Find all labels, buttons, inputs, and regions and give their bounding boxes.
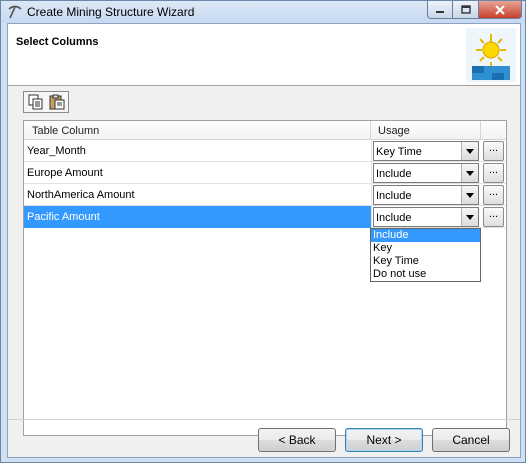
usage-combobox[interactable]: Include: [373, 185, 479, 205]
table-row[interactable]: Year_Month Key Time ...: [24, 140, 506, 162]
title-bar[interactable]: Create Mining Structure Wizard: [1, 1, 525, 23]
column-header-table-column[interactable]: Table Column: [24, 121, 371, 140]
ellipsis-button[interactable]: ...: [483, 207, 504, 227]
ellipsis-button[interactable]: ...: [483, 141, 504, 161]
wizard-sun-graphic: [466, 28, 516, 82]
chevron-down-icon: [466, 192, 474, 198]
table-row[interactable]: Europe Amount Include ...: [24, 162, 506, 184]
dropdown-arrow-button[interactable]: [461, 208, 478, 226]
cancel-button[interactable]: Cancel: [432, 428, 510, 452]
column-toolbar: [23, 91, 69, 113]
table-row[interactable]: NorthAmerica Amount Include ...: [24, 184, 506, 206]
close-icon: [495, 4, 505, 15]
maximize-button[interactable]: [453, 1, 479, 19]
row-column-name[interactable]: Pacific Amount: [24, 206, 372, 228]
column-header-usage[interactable]: Usage: [371, 121, 481, 140]
ellipsis-button[interactable]: ...: [483, 163, 504, 183]
usage-combobox[interactable]: Key Time: [373, 141, 479, 161]
usage-value: Include: [376, 190, 412, 202]
next-button[interactable]: Next >: [345, 428, 423, 452]
usage-dropdown-list: Include Key Key Time Do not use: [370, 228, 481, 282]
table-row-selected[interactable]: Pacific Amount Include ...: [24, 206, 506, 228]
ellipsis-button[interactable]: ...: [483, 185, 504, 205]
usage-value: Key Time: [376, 146, 422, 158]
wizard-window: Create Mining Structure Wizard Select Co…: [0, 0, 526, 463]
usage-value: Include: [376, 168, 412, 180]
close-button[interactable]: [479, 1, 522, 19]
copy-button[interactable]: [26, 93, 45, 111]
back-button[interactable]: < Back: [258, 428, 336, 452]
caption-buttons: [427, 1, 522, 19]
dropdown-option-do-not-use[interactable]: Do not use: [371, 268, 480, 281]
usage-combobox[interactable]: Include: [373, 207, 479, 227]
dropdown-arrow-button[interactable]: [461, 164, 478, 182]
minimize-icon: [436, 10, 444, 13]
copy-icon: [28, 94, 42, 110]
maximize-icon: [460, 4, 471, 14]
footer-divider: [8, 419, 520, 420]
dropdown-option-key[interactable]: Key: [371, 242, 480, 255]
usage-value: Include: [376, 212, 412, 224]
paste-icon: [49, 94, 64, 110]
wizard-header: Select Columns: [8, 24, 520, 86]
dropdown-option-key-time[interactable]: Key Time: [371, 255, 480, 268]
chevron-down-icon: [466, 148, 474, 154]
chevron-down-icon: [466, 214, 474, 220]
dropdown-option-include[interactable]: Include: [371, 229, 480, 242]
paste-button[interactable]: [47, 93, 66, 111]
row-column-name[interactable]: NorthAmerica Amount: [24, 184, 372, 206]
dropdown-arrow-button[interactable]: [461, 186, 478, 204]
minimize-button[interactable]: [427, 1, 453, 19]
page-title: Select Columns: [16, 36, 99, 48]
pickaxe-icon: [8, 5, 22, 19]
row-column-name[interactable]: Year_Month: [24, 140, 372, 162]
row-column-name[interactable]: Europe Amount: [24, 162, 372, 184]
window-title: Create Mining Structure Wizard: [27, 5, 195, 19]
grid-header: Table Column Usage: [24, 121, 506, 140]
chevron-down-icon: [466, 170, 474, 176]
dropdown-arrow-button[interactable]: [461, 142, 478, 160]
usage-combobox[interactable]: Include: [373, 163, 479, 183]
